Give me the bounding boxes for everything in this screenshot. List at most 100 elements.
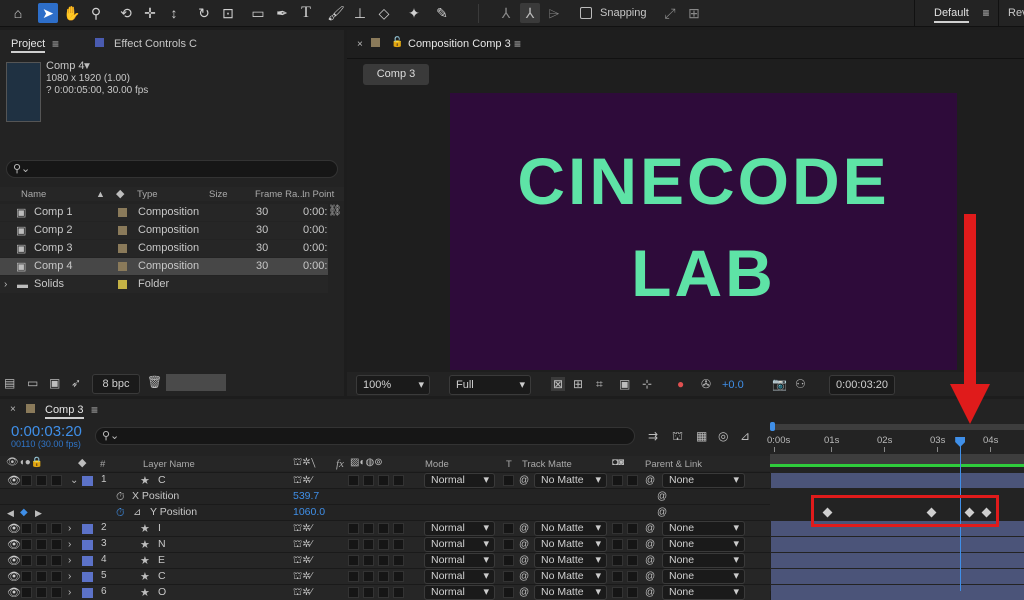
parent-pickwhip-icon[interactable]: @: [645, 474, 655, 488]
fx-switch[interactable]: [348, 523, 359, 534]
keyframe-add-icon[interactable]: ◆: [20, 506, 28, 520]
adjustment-switch[interactable]: [378, 539, 389, 550]
dolly-icon[interactable]: ↕: [164, 3, 184, 23]
roto-icon[interactable]: ✦: [404, 3, 424, 23]
project-item-row[interactable]: ▣ Comp 3 Composition 30 0:00:0: [0, 240, 328, 257]
layer-label-swatch[interactable]: [82, 540, 93, 550]
solo-toggle[interactable]: [36, 475, 47, 486]
snap-edges-icon[interactable]: ⤢: [660, 3, 680, 23]
layer-label-swatch[interactable]: [82, 588, 93, 598]
motion-blur-switch[interactable]: [363, 555, 374, 566]
layer-duration-bar[interactable]: [771, 585, 1024, 600]
property-value[interactable]: 1060.0: [293, 506, 325, 518]
matte-invert-toggle[interactable]: [612, 555, 623, 566]
comp-breadcrumb-tab[interactable]: Comp 3: [363, 64, 429, 85]
col-frame-rate[interactable]: Frame Ra...: [255, 189, 305, 200]
label-swatch[interactable]: [118, 280, 127, 289]
matte-invert-toggle[interactable]: [612, 571, 623, 582]
lock-toggle[interactable]: [51, 475, 62, 486]
guides-icon[interactable]: ⊹: [642, 377, 652, 391]
timeline-timecode[interactable]: 0:00:03:20: [11, 423, 82, 440]
matte-invert-toggle[interactable]: [612, 523, 623, 534]
layer-row[interactable]: 👁 › 5 ★ C ⛫✲∕ Normal @ No Matte @ None: [0, 568, 770, 584]
project-item-row[interactable]: ▣ Comp 4 Composition 30 0:00:0: [0, 258, 328, 275]
parent-dropdown[interactable]: None: [662, 553, 745, 568]
mask-path-icon[interactable]: ⌗: [596, 377, 603, 391]
sort-up-icon[interactable]: ▲: [96, 187, 105, 201]
timeline-tab[interactable]: Comp 3: [45, 404, 84, 419]
chevron-down-icon[interactable]: ▼: [82, 60, 92, 74]
parent-pickwhip-icon[interactable]: @: [645, 570, 655, 584]
blend-mode-dropdown[interactable]: Normal: [424, 537, 495, 552]
matte-invert-toggle[interactable]: [612, 539, 623, 550]
motion-blur-switch[interactable]: [363, 571, 374, 582]
col-parent-link[interactable]: Parent & Link: [645, 459, 702, 470]
exposure-value[interactable]: +0.0: [722, 378, 744, 392]
anchor-icon[interactable]: ⊡: [218, 3, 238, 23]
preserve-transparency-toggle[interactable]: [503, 555, 514, 566]
color-management-icon[interactable]: ✇: [701, 377, 711, 391]
parent-dropdown[interactable]: None: [662, 521, 745, 536]
project-item-row[interactable]: ▣ Comp 2 Composition 30 0:00:0: [0, 222, 328, 239]
col-name[interactable]: Name: [21, 189, 46, 200]
zoom-slider-track[interactable]: [770, 454, 1024, 464]
layer-label-swatch[interactable]: [82, 524, 93, 534]
expression-pickwhip-icon[interactable]: @: [657, 490, 667, 504]
eye-icon[interactable]: 👁: [7, 522, 21, 535]
next-keyframe-icon[interactable]: ▶: [35, 506, 42, 520]
adjustment-switch[interactable]: [378, 475, 389, 486]
chevron-right-icon[interactable]: ›: [68, 522, 71, 536]
parent-dropdown[interactable]: None: [662, 569, 745, 584]
close-icon[interactable]: ×: [357, 38, 363, 52]
hand-icon[interactable]: ✋: [62, 3, 82, 23]
blend-mode-dropdown[interactable]: Normal: [424, 521, 495, 536]
axis-view-icon[interactable]: ⌲: [544, 3, 564, 23]
preserve-transparency-toggle[interactable]: [503, 539, 514, 550]
chevron-right-icon[interactable]: ›: [68, 538, 71, 552]
chevron-right-icon[interactable]: ›: [68, 570, 71, 584]
matte-pickwhip-icon[interactable]: @: [519, 522, 529, 536]
motion-blur-icon[interactable]: ◎: [718, 429, 728, 443]
layer-duration-bar[interactable]: [771, 473, 1024, 488]
chevron-down-icon[interactable]: ⌄: [70, 474, 78, 488]
fast-previews-icon[interactable]: ⊠: [551, 377, 566, 391]
panel-menu-icon[interactable]: ≡: [91, 403, 98, 417]
audio-toggle[interactable]: [21, 571, 32, 582]
property-value[interactable]: 539.7: [293, 490, 319, 502]
region-of-interest-icon[interactable]: ▣: [619, 377, 630, 391]
layer-row[interactable]: 👁 › 2 ★ I ⛫✲∕ Normal @ No Matte @ None: [0, 520, 770, 536]
parent-pickwhip-icon[interactable]: @: [645, 586, 655, 600]
audio-toggle[interactable]: [21, 555, 32, 566]
3d-switch[interactable]: [393, 539, 404, 550]
3d-switch[interactable]: [393, 475, 404, 486]
snapping-checkbox[interactable]: [580, 7, 592, 19]
time-ruler[interactable]: 0:00s 01s 02s 03s 04s: [767, 421, 1024, 471]
track-matte-dropdown[interactable]: No Matte: [534, 553, 607, 568]
bpc-button[interactable]: 8 bpc: [92, 374, 140, 394]
adjustment-switch[interactable]: [378, 523, 389, 534]
3d-switch[interactable]: [393, 555, 404, 566]
panel-menu-icon[interactable]: ≡: [52, 37, 59, 51]
current-time-display[interactable]: 0:00:03:20: [829, 375, 895, 395]
layer-name[interactable]: O: [158, 586, 166, 598]
fx-switch[interactable]: [348, 587, 359, 598]
matte-type-toggle[interactable]: [627, 587, 638, 598]
3d-switch[interactable]: [393, 587, 404, 598]
zoom-dropdown[interactable]: 100%: [356, 375, 430, 395]
track-matte-dropdown[interactable]: No Matte: [534, 537, 607, 552]
preserve-transparency-toggle[interactable]: [503, 571, 514, 582]
color-channels-icon[interactable]: ●: [677, 377, 684, 391]
project-item-row[interactable]: › ▬ Solids Folder: [0, 276, 328, 293]
parent-dropdown[interactable]: None: [662, 585, 745, 600]
eye-icon[interactable]: 👁: [7, 586, 21, 599]
eye-icon[interactable]: 👁: [7, 538, 21, 551]
blend-mode-dropdown[interactable]: Normal: [424, 585, 495, 600]
layer-label-swatch[interactable]: [82, 572, 93, 582]
blend-mode-dropdown[interactable]: Normal: [424, 473, 495, 488]
chevron-right-icon[interactable]: ›: [68, 554, 71, 568]
audio-toggle[interactable]: [21, 587, 32, 598]
matte-type-toggle[interactable]: [627, 555, 638, 566]
fx-switch[interactable]: [348, 555, 359, 566]
chevron-right-icon[interactable]: ›: [68, 586, 71, 600]
layer-row[interactable]: 👁 › 6 ★ O ⛫✲∕ Normal @ No Matte @ None: [0, 584, 770, 600]
